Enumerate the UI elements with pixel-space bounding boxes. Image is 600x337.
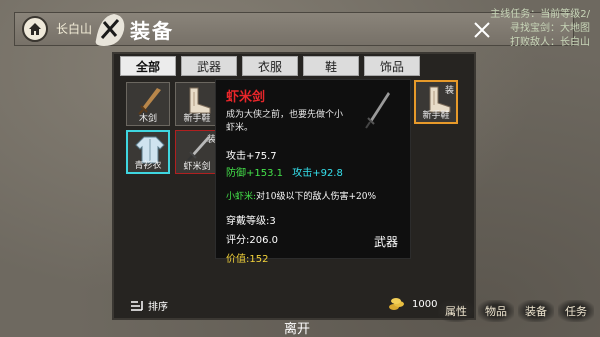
tab-shoes[interactable]: 鞋 <box>303 56 359 76</box>
quest-status: 主线任务：当前等级2/ 寻找宝剑：大地图 打败敌人：长白山 <box>490 8 590 50</box>
sword-preview-icon <box>365 92 390 129</box>
defense-bonus: 防御+153.1 <box>226 168 284 179</box>
location-label: 长白山 <box>56 22 93 36</box>
tab-clothes[interactable]: 衣服 <box>242 56 298 76</box>
wear-level: 穿戴等级:3 <box>226 216 276 227</box>
brush-emblem-icon <box>95 14 125 46</box>
tab-weapon[interactable]: 武器 <box>181 56 237 76</box>
sort-button[interactable]: 排序 <box>130 298 168 313</box>
item-price: 价值:152 <box>226 254 269 265</box>
status-line: 打败敌人：长白山 <box>510 37 590 48</box>
leave-button[interactable]: 离开 <box>284 318 310 337</box>
item-description: 成为大侠之前，也要先做个小虾米。 <box>226 110 344 133</box>
main-menu: 属性 物品 装备 任务 <box>438 300 594 322</box>
sort-icon <box>131 300 143 311</box>
coin-amount: 1000 <box>412 298 438 310</box>
gold-coins-icon <box>389 298 404 310</box>
slot-label: 新手鞋 <box>183 114 211 124</box>
panel-title: 装备 <box>130 19 174 43</box>
slot-label: 新手鞋 <box>422 111 450 121</box>
home-button[interactable] <box>22 16 48 42</box>
close-icon <box>474 22 490 38</box>
bonus-stats: 防御+153.1 攻击+92.8 <box>226 164 400 179</box>
status-line: 主线任务：当前等级2/ <box>490 9 590 20</box>
attack-stat: 攻击+75.7 <box>226 151 277 162</box>
status-line: 寻找宝剑：大地图 <box>510 23 590 34</box>
equipped-slot-shoes[interactable]: 装 新手鞋 <box>414 80 458 124</box>
slot-label: 虾米剑 <box>183 162 211 172</box>
inventory-slot-shrimp-sword[interactable]: 装 虾米剑 <box>175 130 219 174</box>
slot-label: 青衫衣 <box>134 161 162 171</box>
menu-equipment-button[interactable]: 装备 <box>518 300 554 322</box>
item-type: 武器 <box>373 235 398 249</box>
tab-accessory[interactable]: 饰品 <box>364 56 420 76</box>
home-icon <box>29 23 41 35</box>
passive-text: 对10级以下的敌人伤害+20% <box>256 192 377 202</box>
sort-label: 排序 <box>148 302 168 313</box>
menu-quests-button[interactable]: 任务 <box>558 300 594 322</box>
inventory-slot-wood-sword[interactable]: 木剑 <box>126 82 170 126</box>
coin-display: 1000 <box>388 297 437 311</box>
inventory-slot-novice-shoes[interactable]: 新手鞋 <box>175 82 219 126</box>
item-detail-popup: 虾米剑 成为大侠之前，也要先做个小虾米。 攻击+75.7 防御+153.1 攻击… <box>215 79 411 265</box>
slot-label: 木剑 <box>138 114 157 124</box>
menu-attributes-button[interactable]: 属性 <box>438 300 474 322</box>
passive-skill: 小虾米:对10级以下的敌人伤害+20% <box>226 189 400 202</box>
menu-items-button[interactable]: 物品 <box>478 300 514 322</box>
category-tabs: 全部 武器 衣服 鞋 饰品 <box>120 56 420 76</box>
passive-name: 小虾米: <box>226 192 257 202</box>
attack-bonus: 攻击+92.8 <box>292 168 343 179</box>
tab-all[interactable]: 全部 <box>120 56 176 76</box>
inventory-slot-blue-robe[interactable]: 青衫衣 <box>126 130 170 174</box>
